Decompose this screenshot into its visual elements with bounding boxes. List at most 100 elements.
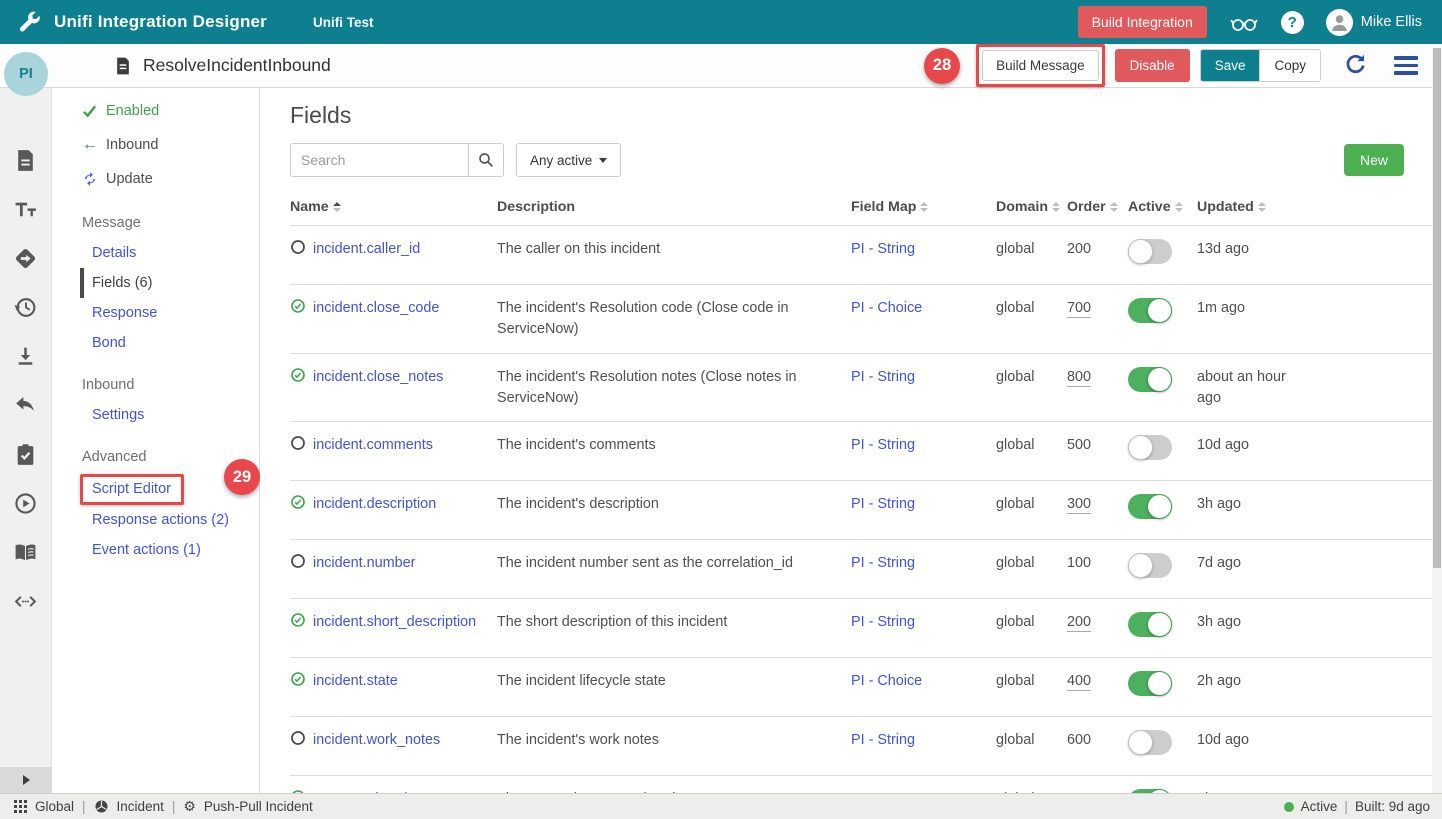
build-message-button[interactable]: Build Message [982, 50, 1099, 81]
active-toggle[interactable] [1128, 553, 1172, 578]
field-name-link[interactable]: incident.description [313, 496, 436, 512]
sidebar-nav: Enabled ← Inbound Update Message Details… [52, 88, 260, 793]
send-icon[interactable] [13, 246, 38, 271]
field-name-link[interactable]: incident.short_description [313, 614, 476, 630]
gear-icon: ⚙ [183, 798, 196, 815]
field-name-link[interactable]: incident.number [313, 555, 415, 571]
field-name-link[interactable]: incident.state [313, 673, 398, 689]
active-toggle[interactable] [1128, 671, 1172, 696]
enabled-label: Enabled [106, 103, 159, 119]
sidebar-item-inbound-direction[interactable]: ← Inbound [52, 128, 259, 162]
active-toggle[interactable] [1128, 494, 1172, 519]
field-map-link[interactable]: PI - String [851, 496, 915, 512]
table-row: message.header The protocol message head… [290, 776, 1432, 793]
field-map-link[interactable]: PI - String [851, 369, 915, 385]
book-icon[interactable] [13, 540, 38, 565]
column-header-order[interactable]: Order [1067, 199, 1128, 215]
field-name-link[interactable]: incident.caller_id [313, 241, 420, 257]
sidebar-item-script-editor[interactable]: Script Editor [92, 481, 171, 497]
field-order-value[interactable]: 200 [1067, 241, 1091, 257]
disable-button[interactable]: Disable [1115, 49, 1190, 82]
integration-avatar[interactable]: PI [4, 52, 48, 96]
field-order-value[interactable]: 600 [1067, 732, 1091, 748]
help-icon[interactable]: ? [1281, 11, 1304, 34]
field-map-link[interactable]: PI - String [851, 732, 915, 748]
column-header-updated[interactable]: Updated [1197, 199, 1317, 215]
menu-icon[interactable] [1394, 56, 1418, 74]
scope-label[interactable]: Global [35, 799, 74, 814]
code-icon[interactable] [13, 589, 38, 614]
refresh-icon[interactable] [1343, 53, 1368, 78]
field-status-icon [290, 671, 306, 687]
rail-collapse-button[interactable] [0, 767, 52, 793]
field-order-value[interactable]: 800 [1067, 369, 1091, 387]
active-toggle[interactable] [1128, 298, 1172, 323]
sidebar-item-response-actions[interactable]: Response actions (2) [52, 505, 259, 535]
field-order-value[interactable]: 700 [1067, 300, 1091, 318]
field-map-link[interactable]: PI - String [851, 614, 915, 630]
reply-icon[interactable] [13, 393, 38, 418]
panel-title: Fields [290, 102, 1432, 129]
save-button[interactable]: Save [1201, 50, 1260, 81]
glasses-icon[interactable] [1229, 11, 1259, 33]
column-header-field-map[interactable]: Field Map [851, 199, 996, 215]
download-icon[interactable] [13, 344, 38, 369]
field-name-link[interactable]: incident.close_code [313, 300, 439, 316]
table-label[interactable]: Incident [117, 799, 164, 814]
document-icon[interactable] [13, 148, 38, 173]
status-label: Active [1301, 799, 1338, 814]
play-icon[interactable] [13, 491, 38, 516]
sidebar-item-settings[interactable]: Settings [52, 400, 259, 430]
sort-icon [920, 202, 928, 212]
new-field-button[interactable]: New [1344, 144, 1404, 176]
field-updated: 3h ago [1197, 612, 1317, 633]
sidebar-item-fields[interactable]: Fields (6) [80, 268, 259, 298]
field-updated: 13d ago [1197, 239, 1317, 260]
column-header-active[interactable]: Active [1128, 199, 1197, 215]
history-icon[interactable] [13, 295, 38, 320]
search-input[interactable] [290, 143, 468, 177]
field-map-link[interactable]: PI - Choice [851, 673, 922, 689]
field-map-link[interactable]: PI - Choice [851, 300, 922, 316]
scrollbar-thumb[interactable] [1433, 48, 1441, 568]
active-toggle[interactable] [1128, 435, 1172, 460]
annotation-box-script-editor: Script Editor [80, 474, 184, 505]
sidebar-item-event-actions[interactable]: Event actions (1) [52, 535, 259, 565]
toggle-knob [1128, 730, 1153, 755]
column-header-domain[interactable]: Domain [996, 199, 1067, 215]
search-icon[interactable] [468, 143, 504, 177]
sidebar-item-response[interactable]: Response [52, 298, 259, 328]
active-toggle[interactable] [1128, 367, 1172, 392]
column-header-name[interactable]: Name [290, 199, 497, 215]
field-order-value[interactable]: 200 [1067, 614, 1091, 632]
field-description: The incident number sent as the correlat… [497, 553, 851, 574]
field-order-value[interactable]: 100 [1067, 555, 1091, 571]
sidebar-item-enabled[interactable]: Enabled [52, 94, 259, 128]
copy-button[interactable]: Copy [1259, 50, 1320, 81]
user-menu[interactable]: Mike Ellis [1326, 9, 1422, 36]
field-order-value[interactable]: 400 [1067, 673, 1091, 691]
process-label[interactable]: Push-Pull Incident [204, 799, 313, 814]
field-name-link[interactable]: incident.comments [313, 437, 433, 453]
build-integration-button[interactable]: Build Integration [1078, 6, 1207, 38]
column-header-description[interactable]: Description [497, 199, 851, 215]
field-map-link[interactable]: PI - String [851, 555, 915, 571]
field-map-link[interactable]: PI - String [851, 437, 915, 453]
active-toggle[interactable] [1128, 239, 1172, 264]
sort-icon [1110, 202, 1118, 212]
field-map-link[interactable]: PI - String [851, 241, 915, 257]
field-order-value[interactable]: 300 [1067, 496, 1091, 514]
active-filter-dropdown[interactable]: Any active [516, 143, 621, 177]
field-updated: 10d ago [1197, 435, 1317, 456]
field-updated: 3h ago [1197, 494, 1317, 515]
active-toggle[interactable] [1128, 612, 1172, 637]
active-toggle[interactable] [1128, 730, 1172, 755]
sidebar-item-details[interactable]: Details [52, 238, 259, 268]
sidebar-item-update[interactable]: Update [52, 162, 259, 196]
tasks-icon[interactable] [13, 442, 38, 467]
sidebar-item-bond[interactable]: Bond [52, 328, 259, 358]
text-icon[interactable] [13, 197, 38, 222]
field-name-link[interactable]: incident.close_notes [313, 369, 443, 385]
field-name-link[interactable]: incident.work_notes [313, 732, 440, 748]
field-order-value[interactable]: 500 [1067, 437, 1091, 453]
